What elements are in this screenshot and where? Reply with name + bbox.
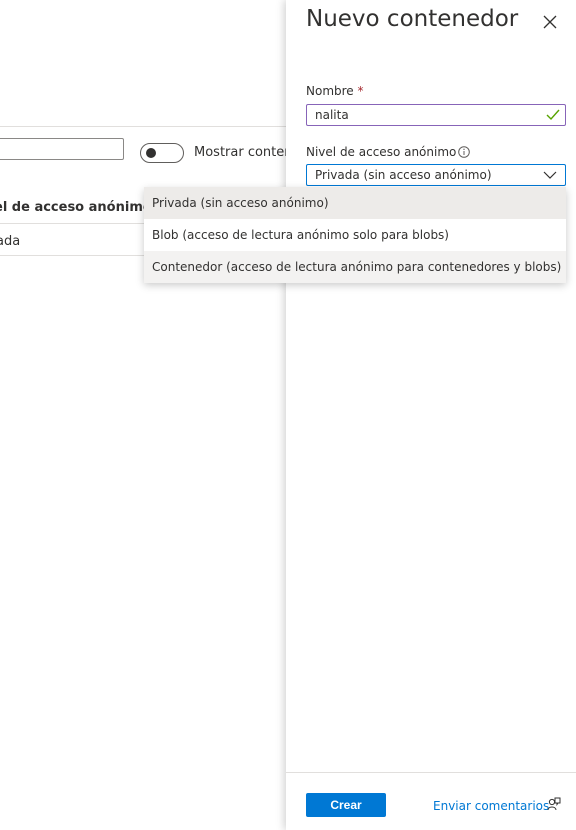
access-level-value: Privada (sin acceso anónimo) — [315, 168, 492, 182]
footer-divider — [286, 772, 576, 773]
name-label-text: Nombre — [306, 84, 354, 98]
toggle-label: Mostrar contene — [194, 145, 301, 160]
checkmark-icon — [546, 109, 560, 121]
feedback-icon[interactable] — [547, 797, 561, 811]
dropdown-option-container[interactable]: Contenedor (acceso de lectura anónimo pa… — [144, 251, 566, 283]
dropdown-option-private[interactable]: Privada (sin acceso anónimo) — [144, 187, 566, 219]
column-header-access-level[interactable]: el de acceso anónimo — [0, 200, 152, 215]
table-cell: ada — [0, 234, 21, 249]
filter-input[interactable] — [0, 138, 124, 160]
access-level-dropdown: Privada (sin acceso anónimo) Blob (acces… — [144, 187, 566, 283]
panel-title: Nuevo contenedor — [306, 6, 519, 32]
name-value: nalita — [315, 108, 349, 122]
show-toggle[interactable] — [140, 143, 184, 163]
feedback-link[interactable]: Enviar comentarios — [433, 799, 549, 813]
divider — [0, 126, 286, 127]
name-label: Nombre * — [306, 84, 364, 98]
dropdown-option-blob[interactable]: Blob (acceso de lectura anónimo solo par… — [144, 219, 566, 251]
chevron-down-icon — [543, 171, 557, 179]
new-container-panel: Nuevo contenedor Nombre * nalita Nivel d… — [286, 0, 576, 830]
name-field[interactable]: nalita — [306, 104, 566, 126]
info-icon[interactable] — [458, 146, 470, 158]
required-mark: * — [357, 84, 364, 98]
access-level-select[interactable]: Privada (sin acceso anónimo) — [306, 164, 566, 186]
create-button[interactable]: Crear — [306, 793, 386, 817]
toggle-knob — [146, 148, 156, 158]
close-icon[interactable] — [542, 14, 558, 30]
access-level-label: Nivel de acceso anónimo — [306, 145, 457, 159]
